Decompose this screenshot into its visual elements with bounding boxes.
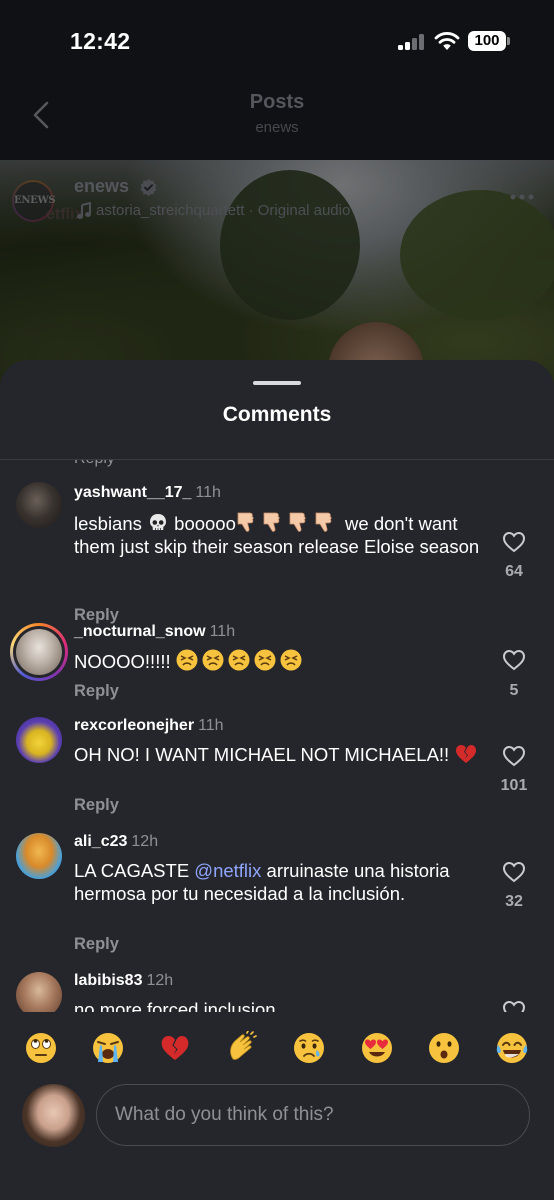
loudly-crying-emoji-icon [93,1033,123,1063]
comments-list[interactable]: Reply yashwant__17_11h lesbians booooo w… [0,460,554,1012]
like-heart-icon[interactable] [502,1000,526,1012]
heart-eyes-emoji-button[interactable] [351,1022,403,1074]
comment-text: OH NO! I WANT MICHAEL NOT MICHAELA!! [74,743,484,766]
commenter-avatar[interactable] [16,482,62,528]
surprised-emoji-button[interactable] [418,1022,470,1074]
comment-text: NOOOO!!!!! [74,648,484,673]
wifi-icon [434,32,460,50]
broken-heart-emoji-icon [161,1036,189,1060]
heart-eyes-emoji-icon [362,1033,392,1063]
like-heart-icon[interactable] [502,745,526,767]
current-user-avatar[interactable] [22,1084,85,1147]
like-heart-icon[interactable] [502,531,526,553]
clapping-hands-emoji-button[interactable] [216,1022,268,1074]
top-nav: Posts enews [0,80,554,160]
like-heart-icon[interactable] [502,649,526,671]
like-count: 32 [505,893,523,910]
verified-badge-icon [140,178,157,197]
comment-meta: labibis83 12h [74,972,173,990]
more-options-icon[interactable] [510,194,534,200]
clapping-hands-emoji-icon [230,1031,257,1060]
comment-text-part: NOOOO!!!!! [74,651,176,672]
commenter-username[interactable]: labibis83 [74,972,142,989]
comment-text-part: booooo [169,513,236,534]
comment-time: 12h [146,972,174,989]
like-count: 5 [509,682,519,699]
broken-heart-emoji-icon [456,745,477,763]
sheet-title: Comments [222,403,332,426]
thumbs-down-emoji-icon [237,512,332,532]
comment-time: 11h [198,717,224,734]
comment-input-container[interactable] [96,1084,530,1146]
reply-button[interactable]: Reply [74,796,119,815]
battery-tip [507,37,510,45]
tears-of-joy-emoji-button[interactable] [486,1022,538,1074]
comment-text: lesbians booooo we don't want them just … [74,510,484,558]
like-heart-icon[interactable] [502,861,526,883]
post-audio-label[interactable]: astoria_streichquartett · Original audio [96,202,350,219]
like-count: 64 [505,563,523,580]
eye-roll-emoji-icon [26,1033,56,1063]
cellular-signal-icon [398,34,426,50]
eye-roll-emoji-button[interactable] [15,1022,67,1074]
comment-input[interactable] [115,1085,515,1145]
commenter-avatar[interactable] [16,833,62,879]
commenter-avatar[interactable] [16,717,62,763]
emoji-quick-bar [0,1022,554,1074]
comment-meta: ali_c23 12h [74,833,158,851]
comments-sheet: Comments Reply yashwant__17_11h lesbians… [0,360,554,1200]
status-time: 12:42 [70,28,131,54]
comment-text: no more forced inclusion [74,999,276,1012]
commenter-username[interactable]: rexcorleonejher [74,717,194,734]
comment-time: 11h [209,623,236,640]
tears-of-joy-emoji-icon [496,1033,528,1063]
surprised-emoji-icon [429,1033,459,1063]
music-note-icon [77,202,91,219]
post-author-username[interactable]: enews [74,176,129,197]
comment-meta: yashwant__17_ 11h [74,484,221,502]
post-header: ENEWS etflix enews astoria_streichquarte… [0,160,554,240]
reply-button[interactable]: Reply [74,935,119,954]
comment-text-part: OH NO! I WANT MICHAEL NOT MICHAELA!! [74,744,455,765]
comment-composer-area [0,1012,554,1200]
tired-face-emoji-icon [176,649,302,671]
comment-text-part: lesbians [74,513,148,534]
commenter-avatar[interactable] [16,972,62,1012]
commenter-username[interactable]: yashwant__17_ [74,484,191,501]
comment-meta: _nocturnal_snow 11h [74,623,235,641]
skull-emoji-icon [150,514,167,530]
broken-heart-emoji-button[interactable] [149,1022,201,1074]
commenter-avatar [16,629,62,675]
reply-button[interactable]: Reply [74,460,115,468]
reply-button[interactable]: Reply [74,682,119,701]
sheet-drag-handle[interactable] [253,381,301,385]
like-count: 101 [500,777,528,794]
loudly-crying-emoji-button[interactable] [82,1022,134,1074]
story-ring[interactable] [10,623,68,681]
commenter-username[interactable]: _nocturnal_snow [74,623,206,640]
page-title: Posts [249,91,305,113]
crying-emoji-button[interactable] [283,1022,335,1074]
battery-level: 100 [468,31,506,51]
comment-text-part: LA CAGASTE [74,860,195,881]
commenter-username[interactable]: ali_c23 [74,833,127,850]
status-bar: 12:42 100 [0,0,554,80]
comment-text: LA CAGASTE @netflix arruinaste una histo… [74,859,454,905]
crying-emoji-icon [294,1033,324,1063]
mention-link[interactable]: @netflix [194,860,261,881]
comment-time: 11h [195,484,221,501]
comment-meta: rexcorleonejher 11h [74,717,224,735]
page-subtitle: enews [255,119,299,136]
comment-time: 12h [131,833,159,850]
